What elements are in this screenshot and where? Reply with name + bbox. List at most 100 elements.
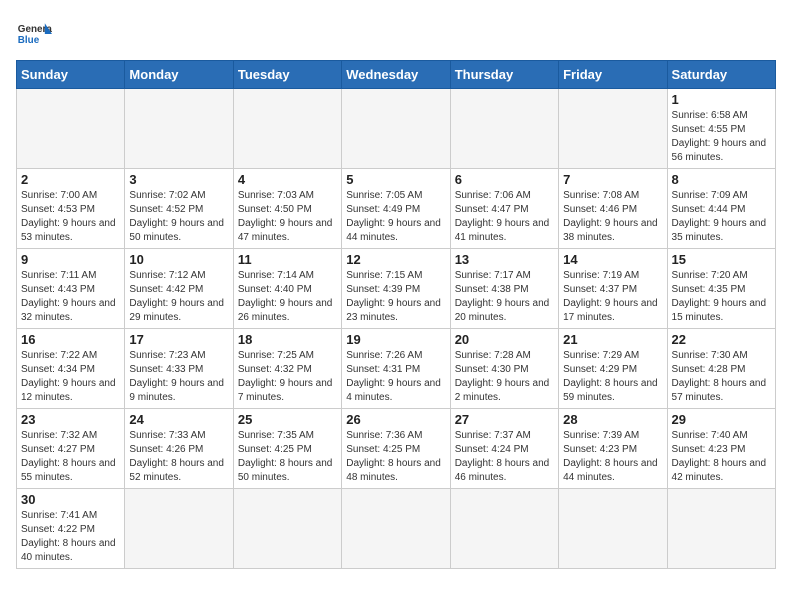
calendar-week-row: 1 Sunrise: 6:58 AM Sunset: 4:55 PM Daylig… [17,89,776,169]
calendar-cell: 3Sunrise: 7:02 AM Sunset: 4:52 PM Daylig… [125,169,233,249]
weekday-header-saturday: Saturday [667,61,775,89]
calendar-cell: 17 Sunrise: 7:23 AM Sunset: 4:33 PM Dayli… [125,329,233,409]
calendar-cell: 2 Sunrise: 7:00 AM Sunset: 4:53 PM Daylig… [17,169,125,249]
weekday-header-sunday: Sunday [17,61,125,89]
calendar-cell: 15 Sunrise: 7:20 AM Sunset: 4:35 PM Dayli… [667,249,775,329]
calendar-cell [233,489,341,569]
calendar-cell: 22 Sunrise: 7:30 AM Sunset: 4:28 PM Dayli… [667,329,775,409]
calendar-cell: 21Sunrise: 7:29 AM Sunset: 4:29 PM Dayli… [559,329,667,409]
weekday-header-tuesday: Tuesday [233,61,341,89]
calendar-cell [342,489,450,569]
day-number: 19 [346,332,445,347]
calendar-cell: 26 Sunrise: 7:36 AM Sunset: 4:25 PM Dayli… [342,409,450,489]
calendar-header: SundayMondayTuesdayWednesdayThursdayFrid… [17,61,776,89]
day-number: 4 [238,172,337,187]
day-number: 3 [129,172,228,187]
day-number: 16 [21,332,120,347]
day-info: Sunrise: 7:32 AM Sunset: 4:27 PM Dayligh… [21,429,120,485]
calendar-cell [559,89,667,169]
day-info: Sunrise: 7:36 AM Sunset: 4:25 PM Dayligh… [346,429,445,485]
calendar-cell: 27Sunrise: 7:37 AM Sunset: 4:24 PM Dayli… [450,409,558,489]
day-number: 12 [346,252,445,267]
calendar-cell: 23Sunrise: 7:32 AM Sunset: 4:27 PM Dayli… [17,409,125,489]
day-info: Sunrise: 7:09 AM Sunset: 4:44 PM Dayligh… [672,189,771,245]
day-number: 9 [21,252,120,267]
day-number: 26 [346,412,445,427]
day-info: Sunrise: 7:25 AM Sunset: 4:32 PM Dayligh… [238,349,337,405]
weekday-header-friday: Friday [559,61,667,89]
day-number: 21 [563,332,662,347]
calendar-cell: 10 Sunrise: 7:12 AM Sunset: 4:42 PM Dayli… [125,249,233,329]
day-number: 17 [129,332,228,347]
day-info: Sunrise: 6:58 AM Sunset: 4:55 PM Dayligh… [672,109,771,165]
day-number: 8 [672,172,771,187]
day-info: Sunrise: 7:03 AM Sunset: 4:50 PM Dayligh… [238,189,337,245]
calendar-cell [233,89,341,169]
day-info: Sunrise: 7:22 AM Sunset: 4:34 PM Dayligh… [21,349,120,405]
calendar-cell [450,489,558,569]
day-info: Sunrise: 7:00 AM Sunset: 4:53 PM Dayligh… [21,189,120,245]
weekday-header-row: SundayMondayTuesdayWednesdayThursdayFrid… [17,61,776,89]
calendar-table: SundayMondayTuesdayWednesdayThursdayFrid… [16,60,776,569]
calendar-cell: 8 Sunrise: 7:09 AM Sunset: 4:44 PM Daylig… [667,169,775,249]
day-number: 18 [238,332,337,347]
calendar-cell [17,89,125,169]
calendar-week-row: 30 Sunrise: 7:41 AM Sunset: 4:22 PM Dayli… [17,489,776,569]
calendar-cell [667,489,775,569]
day-number: 27 [455,412,554,427]
calendar-cell: 6 Sunrise: 7:06 AM Sunset: 4:47 PM Daylig… [450,169,558,249]
day-number: 29 [672,412,771,427]
calendar-cell: 13Sunrise: 7:17 AM Sunset: 4:38 PM Dayli… [450,249,558,329]
day-number: 30 [21,492,120,507]
calendar-body: 1 Sunrise: 6:58 AM Sunset: 4:55 PM Daylig… [17,89,776,569]
calendar-cell [342,89,450,169]
day-info: Sunrise: 7:05 AM Sunset: 4:49 PM Dayligh… [346,189,445,245]
logo: General Blue [16,16,52,52]
svg-text:Blue: Blue [18,35,40,46]
calendar-cell: 12Sunrise: 7:15 AM Sunset: 4:39 PM Dayli… [342,249,450,329]
calendar-cell [125,489,233,569]
day-info: Sunrise: 7:30 AM Sunset: 4:28 PM Dayligh… [672,349,771,405]
logo-icon: General Blue [16,16,52,52]
calendar-cell [450,89,558,169]
day-info: Sunrise: 7:39 AM Sunset: 4:23 PM Dayligh… [563,429,662,485]
calendar-cell: 18 Sunrise: 7:25 AM Sunset: 4:32 PM Dayli… [233,329,341,409]
day-number: 2 [21,172,120,187]
day-number: 7 [563,172,662,187]
calendar-cell: 9Sunrise: 7:11 AM Sunset: 4:43 PM Daylig… [17,249,125,329]
calendar-week-row: 16 Sunrise: 7:22 AM Sunset: 4:34 PM Dayli… [17,329,776,409]
day-number: 6 [455,172,554,187]
day-number: 15 [672,252,771,267]
weekday-header-wednesday: Wednesday [342,61,450,89]
day-info: Sunrise: 7:40 AM Sunset: 4:23 PM Dayligh… [672,429,771,485]
day-number: 25 [238,412,337,427]
day-info: Sunrise: 7:23 AM Sunset: 4:33 PM Dayligh… [129,349,228,405]
day-number: 1 [672,92,771,107]
calendar-cell [125,89,233,169]
day-number: 11 [238,252,337,267]
day-number: 22 [672,332,771,347]
day-info: Sunrise: 7:28 AM Sunset: 4:30 PM Dayligh… [455,349,554,405]
day-number: 13 [455,252,554,267]
calendar-week-row: 9Sunrise: 7:11 AM Sunset: 4:43 PM Daylig… [17,249,776,329]
calendar-cell: 4 Sunrise: 7:03 AM Sunset: 4:50 PM Daylig… [233,169,341,249]
page-header: General Blue [16,16,776,52]
weekday-header-thursday: Thursday [450,61,558,89]
day-info: Sunrise: 7:33 AM Sunset: 4:26 PM Dayligh… [129,429,228,485]
day-info: Sunrise: 7:20 AM Sunset: 4:35 PM Dayligh… [672,269,771,325]
calendar-cell: 16 Sunrise: 7:22 AM Sunset: 4:34 PM Dayli… [17,329,125,409]
calendar-cell: 25Sunrise: 7:35 AM Sunset: 4:25 PM Dayli… [233,409,341,489]
day-info: Sunrise: 7:41 AM Sunset: 4:22 PM Dayligh… [21,509,120,565]
day-number: 10 [129,252,228,267]
calendar-cell: 5Sunrise: 7:05 AM Sunset: 4:49 PM Daylig… [342,169,450,249]
calendar-week-row: 2 Sunrise: 7:00 AM Sunset: 4:53 PM Daylig… [17,169,776,249]
calendar-cell: 28Sunrise: 7:39 AM Sunset: 4:23 PM Dayli… [559,409,667,489]
calendar-cell: 30 Sunrise: 7:41 AM Sunset: 4:22 PM Dayli… [17,489,125,569]
day-info: Sunrise: 7:12 AM Sunset: 4:42 PM Dayligh… [129,269,228,325]
calendar-cell: 7 Sunrise: 7:08 AM Sunset: 4:46 PM Daylig… [559,169,667,249]
calendar-week-row: 23Sunrise: 7:32 AM Sunset: 4:27 PM Dayli… [17,409,776,489]
day-info: Sunrise: 7:08 AM Sunset: 4:46 PM Dayligh… [563,189,662,245]
day-number: 24 [129,412,228,427]
day-info: Sunrise: 7:06 AM Sunset: 4:47 PM Dayligh… [455,189,554,245]
calendar-cell: 11Sunrise: 7:14 AM Sunset: 4:40 PM Dayli… [233,249,341,329]
